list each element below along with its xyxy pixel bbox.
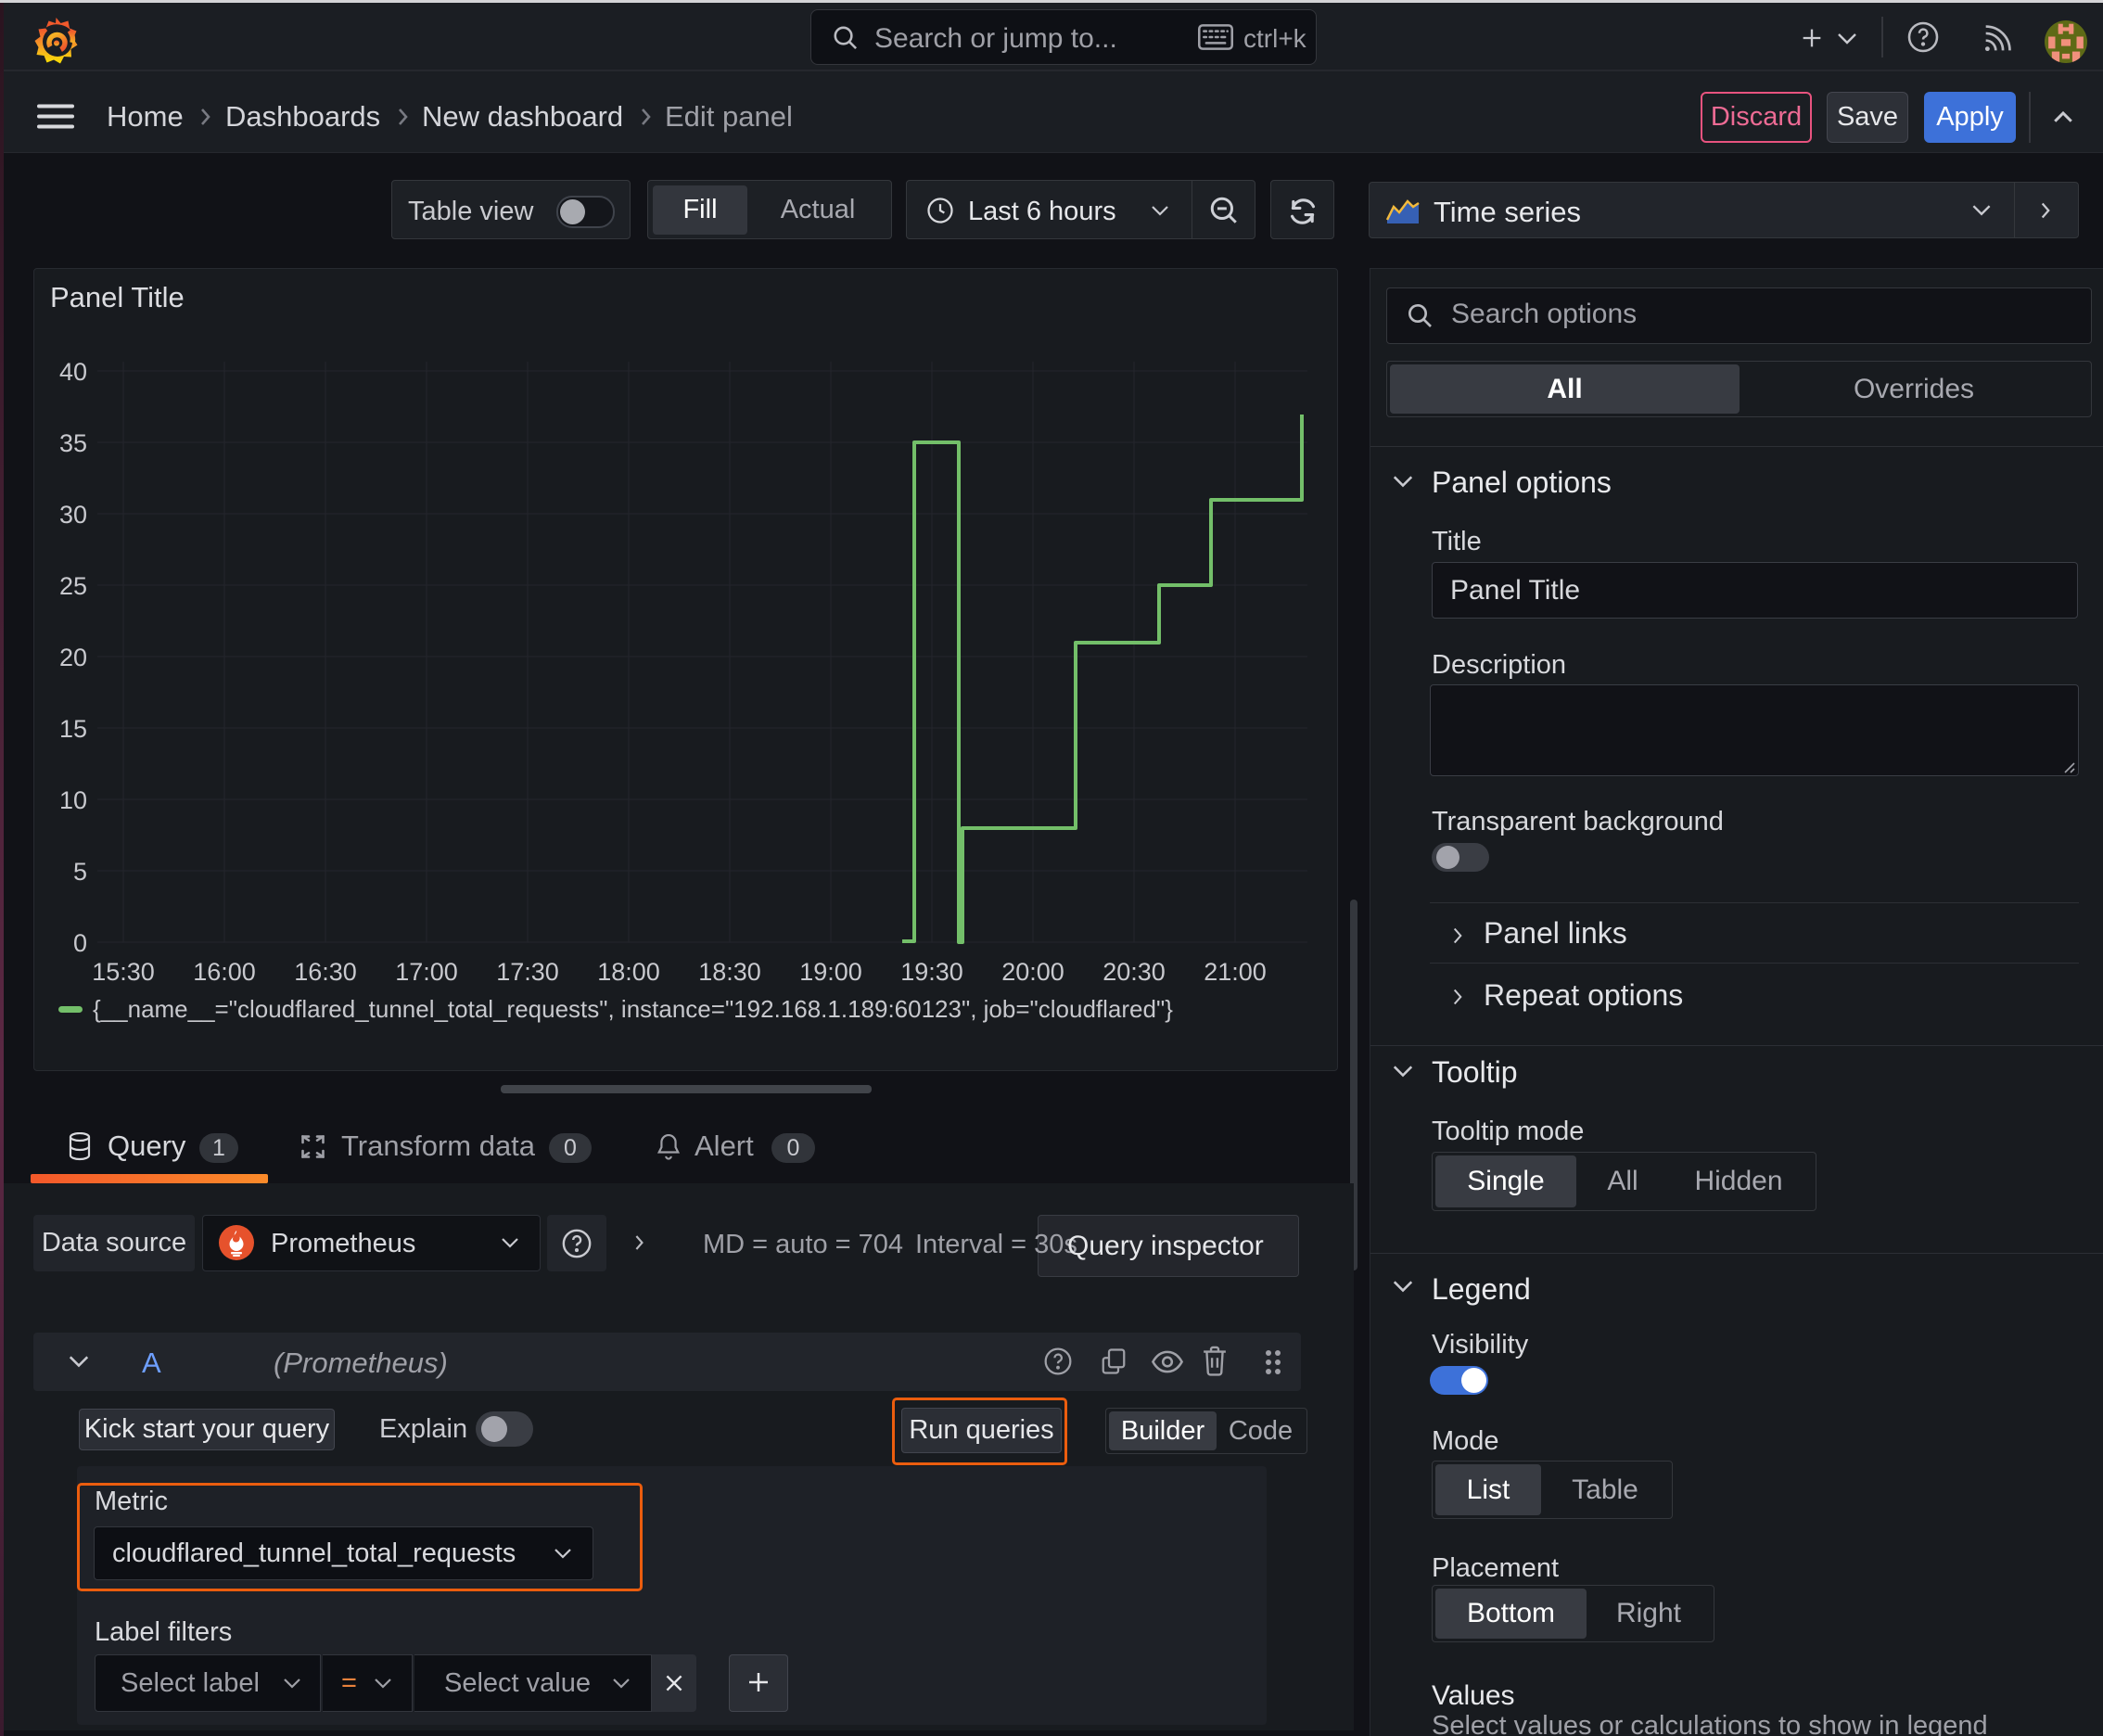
svg-text:19:00: 19:00	[799, 958, 862, 986]
svg-text:0: 0	[73, 929, 87, 957]
svg-text:20: 20	[59, 644, 87, 671]
svg-text:16:30: 16:30	[294, 958, 357, 986]
svg-text:17:30: 17:30	[496, 958, 559, 986]
svg-text:21:00: 21:00	[1204, 958, 1267, 986]
svg-text:18:00: 18:00	[597, 958, 660, 986]
svg-text:5: 5	[73, 858, 87, 886]
svg-text:{__name__="cloudflared_tunnel_: {__name__="cloudflared_tunnel_total_requ…	[93, 995, 1173, 1023]
svg-text:35: 35	[59, 429, 87, 457]
svg-text:15: 15	[59, 715, 87, 743]
svg-text:17:00: 17:00	[395, 958, 458, 986]
svg-text:20:30: 20:30	[1102, 958, 1166, 986]
svg-text:16:00: 16:00	[193, 958, 256, 986]
svg-text:30: 30	[59, 501, 87, 529]
svg-text:20:00: 20:00	[1001, 958, 1064, 986]
svg-text:19:30: 19:30	[900, 958, 963, 986]
svg-text:18:30: 18:30	[698, 958, 761, 986]
svg-text:25: 25	[59, 572, 87, 600]
svg-text:15:30: 15:30	[92, 958, 155, 986]
svg-text:10: 10	[59, 786, 87, 814]
svg-text:40: 40	[59, 358, 87, 386]
